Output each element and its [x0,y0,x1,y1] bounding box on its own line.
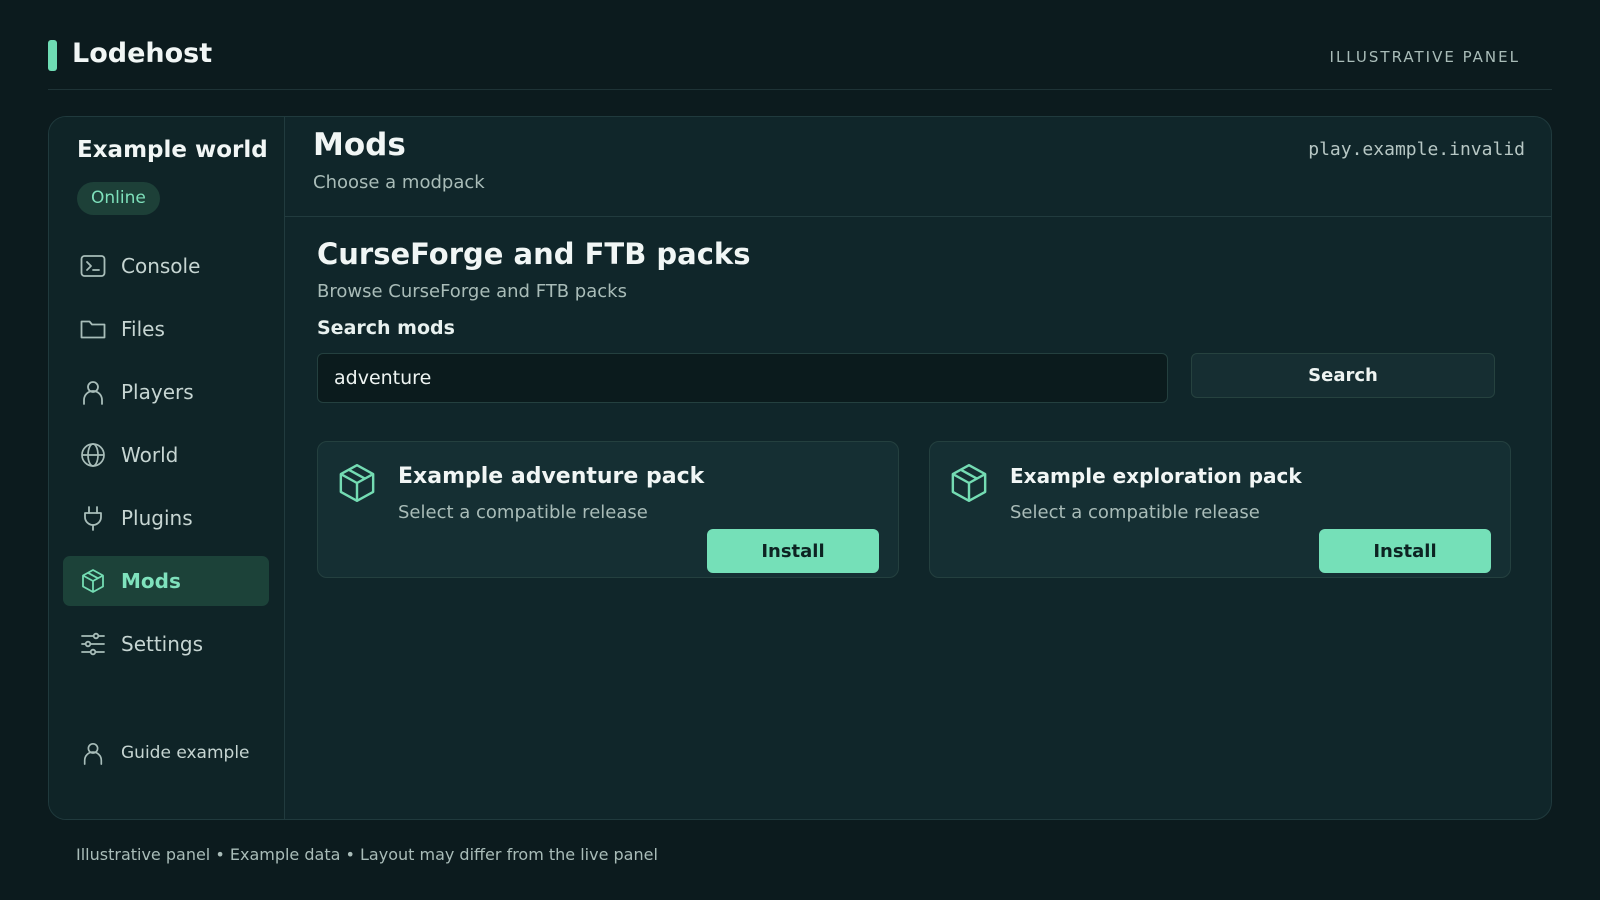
pack-description: Select a compatible release [1010,502,1260,523]
sidebar-item-players[interactable]: Players [63,367,269,417]
page-header: Mods Choose a modpack play.example.inval… [285,117,1551,217]
search-input[interactable] [317,353,1168,403]
globe-icon [79,441,107,469]
server-name: Example world [77,137,268,163]
search-label: Search mods [317,317,455,339]
top-bar: Lodehost ILLUSTRATIVE PANEL [48,0,1552,90]
sidebar-item-files[interactable]: Files [63,304,269,354]
main-content: Mods Choose a modpack play.example.inval… [285,117,1551,819]
plug-icon [79,504,107,532]
console-icon [79,252,107,280]
user-label: Guide example [121,743,250,763]
sidebar: Example world Online Console Files Playe… [49,117,285,819]
user-account[interactable]: Guide example [79,739,250,767]
section-description: Browse CurseForge and FTB packs [317,281,627,302]
sidebar-item-settings[interactable]: Settings [63,619,269,669]
sidebar-item-label: Files [121,317,165,341]
folder-icon [79,315,107,343]
sidebar-item-mods[interactable]: Mods [63,556,269,606]
sidebar-item-label: Settings [121,632,204,656]
sliders-icon [79,630,107,658]
pack-name: Example exploration pack [1010,464,1302,488]
pack-card: Example exploration pack Select a compat… [929,441,1511,578]
install-button[interactable]: Install [707,529,879,573]
main-panel: Example world Online Console Files Playe… [48,116,1552,820]
sidebar-item-label: Mods [121,569,181,593]
sidebar-item-plugins[interactable]: Plugins [63,493,269,543]
server-address: play.example.invalid [1308,139,1525,160]
sidebar-item-label: Plugins [121,506,193,530]
app-name: Lodehost [72,38,213,69]
brand-mark [48,40,57,71]
sidebar-item-world[interactable]: World [63,430,269,480]
section-title: CurseForge and FTB packs [317,237,751,271]
sidebar-item-console[interactable]: Console [63,241,269,291]
user-icon [79,378,107,406]
cube-icon [79,567,107,595]
user-icon [79,739,107,767]
cube-icon [336,462,378,504]
panel-tag: ILLUSTRATIVE PANEL [1329,48,1520,66]
status-badge: Online [77,182,160,215]
sidebar-item-label: Players [121,380,194,404]
footer-note: Illustrative panel • Example data • Layo… [76,845,658,864]
pack-name: Example adventure pack [398,464,705,489]
search-button[interactable]: Search [1191,353,1495,398]
sidebar-item-label: Console [121,254,201,278]
pack-card: Example adventure pack Select a compatib… [317,441,899,578]
sidebar-item-label: World [121,443,179,467]
cube-icon [948,462,990,504]
install-button[interactable]: Install [1319,529,1491,573]
page-subtitle: Choose a modpack [313,172,485,193]
page-title: Mods [313,127,406,163]
pack-description: Select a compatible release [398,502,648,523]
